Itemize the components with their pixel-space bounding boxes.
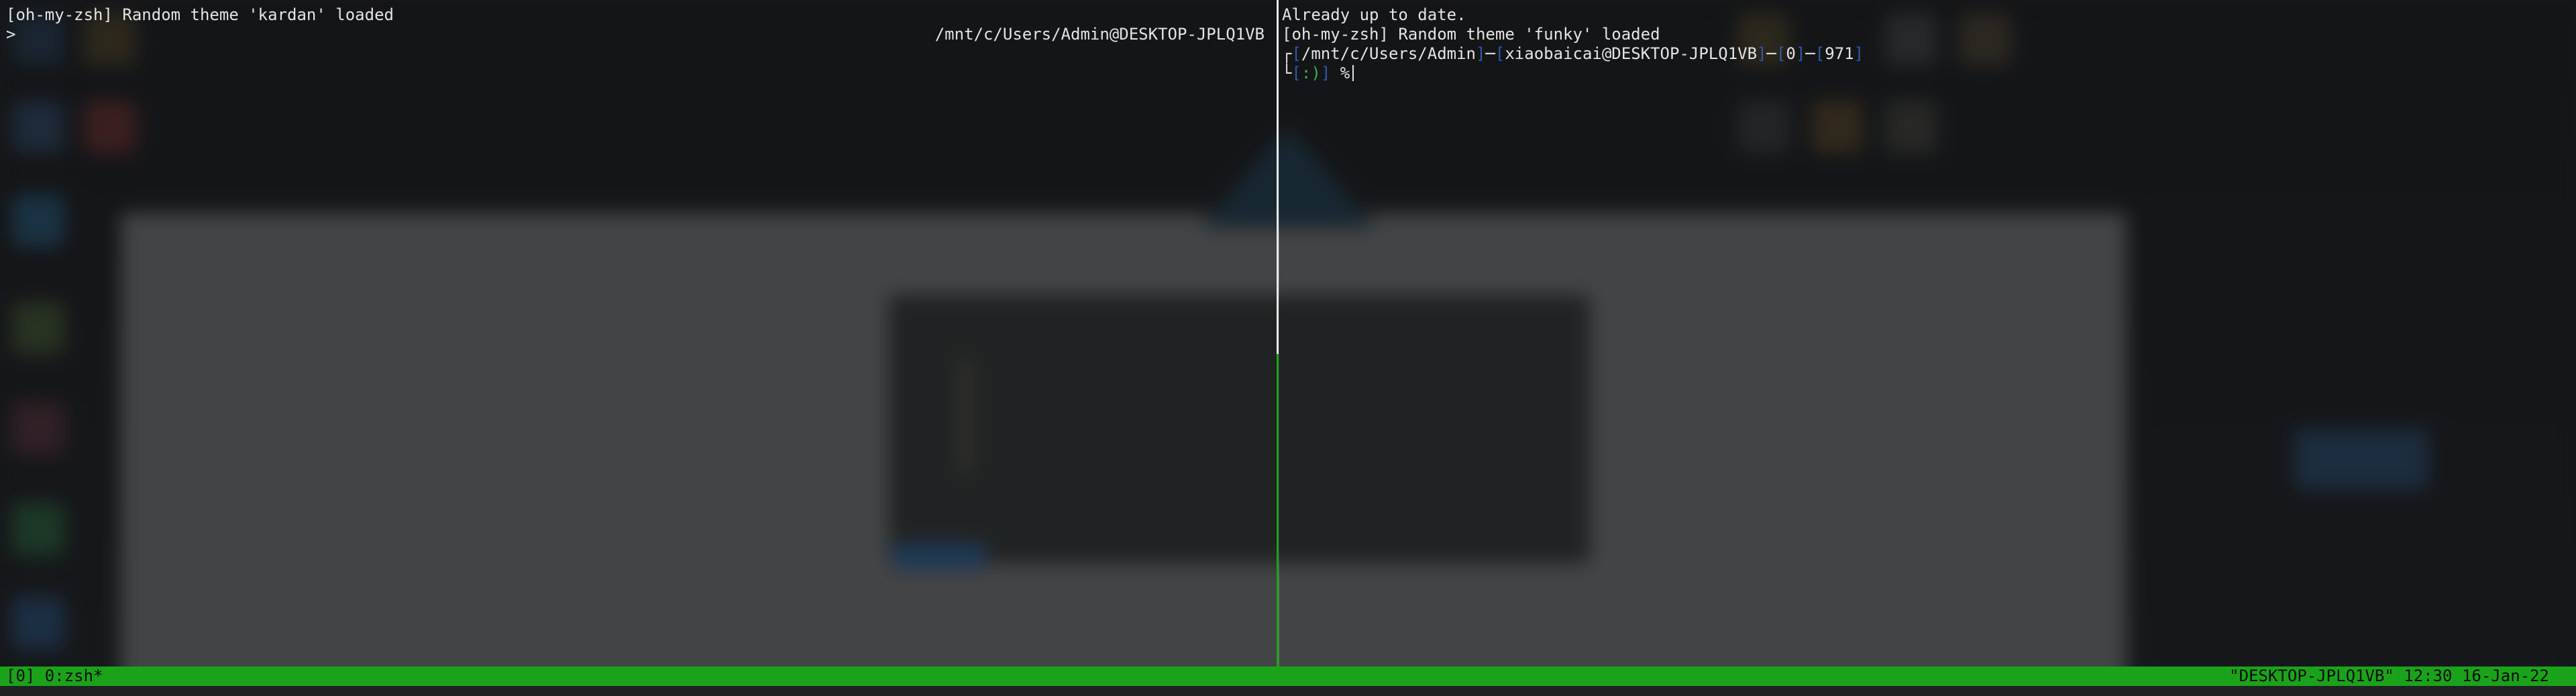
- prompt-input-line[interactable]: └[:)] %: [1282, 64, 1354, 83]
- prompt-corner-top: ┌: [1282, 44, 1292, 63]
- window-bottom-edge: [0, 686, 2576, 696]
- prompt-history-number: 971: [1825, 44, 1854, 63]
- text-cursor[interactable]: [1352, 65, 1354, 81]
- shell-prompt: >: [6, 25, 16, 44]
- prompt-info-line: ┌[/mnt/c/Users/Admin]─[xiaobaicai@DESKTO…: [1282, 44, 1864, 63]
- prompt-exit-code: 0: [1786, 44, 1796, 63]
- terminal-pane-right[interactable]: Already up to date. [oh-my-zsh] Random t…: [1279, 0, 2576, 666]
- terminal-pane-left[interactable]: [oh-my-zsh] Random theme 'kardan' loaded…: [0, 0, 1277, 666]
- prompt-corner-bottom: └: [1282, 64, 1292, 82]
- tmux-status-bar: [0] 0:zsh* "DESKTOP-JPLQ1VB" 12:30 16-Ja…: [0, 666, 2576, 686]
- git-update-message: Already up to date.: [1282, 5, 1466, 24]
- right-prompt-path: /mnt/c/Users/Admin@DESKTOP-JPLQ1VB: [934, 25, 1265, 44]
- host-clock-date: "DESKTOP-JPLQ1VB" 12:30 16-Jan-22: [2229, 666, 2549, 685]
- theme-loaded-message: [oh-my-zsh] Random theme 'kardan' loaded: [6, 5, 394, 24]
- pane-divider-active[interactable]: [1277, 354, 1279, 666]
- prompt-user-host: xiaobaicai@DESKTOP-JPLQ1VB: [1505, 44, 1758, 63]
- pane-divider[interactable]: [1277, 0, 1279, 354]
- prompt-path: /mnt/c/Users/Admin: [1301, 44, 1476, 63]
- prompt-symbol: %: [1340, 64, 1350, 82]
- window-list[interactable]: [0] 0:zsh*: [6, 666, 103, 686]
- prompt-smiley: :): [1301, 64, 1321, 82]
- theme-loaded-message: [oh-my-zsh] Random theme 'funky' loaded: [1282, 25, 1660, 44]
